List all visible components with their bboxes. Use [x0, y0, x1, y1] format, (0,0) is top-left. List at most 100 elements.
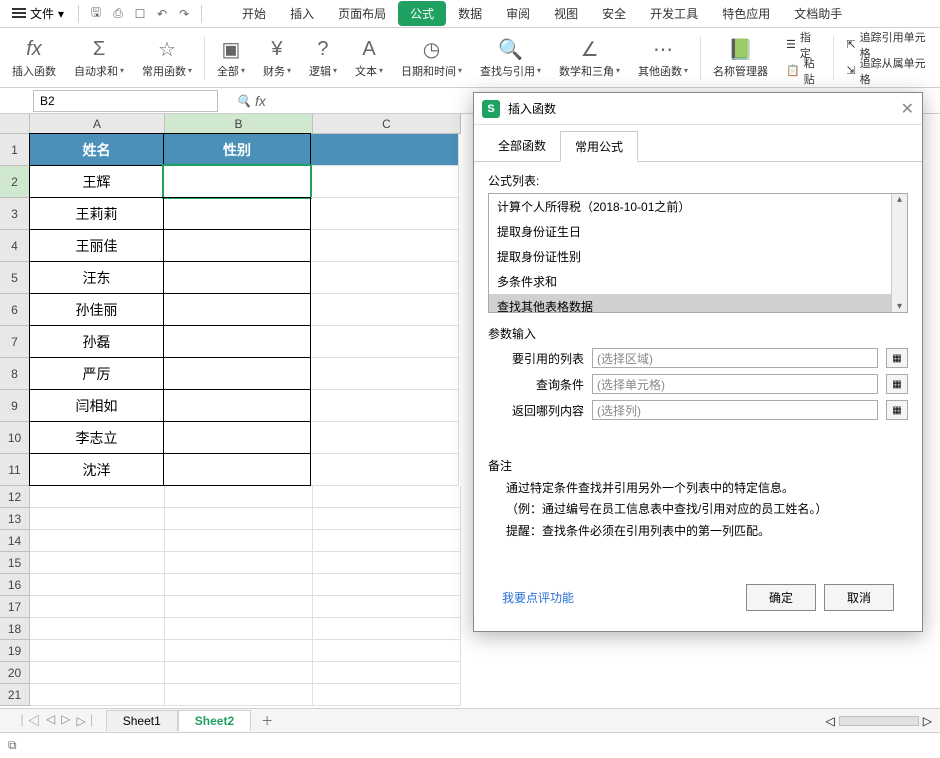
cell[interactable] [163, 421, 311, 454]
column-header[interactable]: A [30, 114, 165, 134]
row-header[interactable]: 4 [0, 230, 30, 262]
ribbon-tab[interactable]: 开始 [230, 1, 278, 26]
cell[interactable] [30, 596, 165, 618]
row-header[interactable]: 16 [0, 574, 30, 596]
cell[interactable] [30, 662, 165, 684]
preview-icon[interactable]: ☐ [131, 5, 149, 23]
range-select-icon[interactable]: ▦ [886, 348, 908, 368]
cell[interactable] [163, 261, 311, 294]
ribbon-tab[interactable]: 特色应用 [710, 1, 782, 26]
row-header[interactable]: 14 [0, 530, 30, 552]
list-item[interactable]: 多条件求和 [489, 269, 907, 294]
insert-function-button[interactable]: fx 插入函数 [4, 30, 64, 86]
cell[interactable] [311, 166, 459, 198]
row-header[interactable]: 1 [0, 134, 30, 166]
cell[interactable] [165, 486, 313, 508]
cell[interactable]: 性别 [163, 133, 311, 166]
ribbon-tab[interactable]: 安全 [590, 1, 638, 26]
cell[interactable]: 闫相如 [29, 389, 164, 422]
redo-icon[interactable]: ↷ [175, 5, 193, 23]
cell[interactable] [165, 508, 313, 530]
cell[interactable] [313, 640, 461, 662]
row-header[interactable]: 6 [0, 294, 30, 326]
cell[interactable] [30, 508, 165, 530]
range-select-icon[interactable]: ▦ [886, 400, 908, 420]
cell[interactable]: 严厉 [29, 357, 164, 390]
list-item[interactable]: 提取身份证性别 [489, 244, 907, 269]
cell[interactable] [30, 530, 165, 552]
cell[interactable]: 姓名 [29, 133, 164, 166]
lookup-button[interactable]: 🔍 查找与引用▾ [472, 30, 549, 86]
cell[interactable]: 孙磊 [29, 325, 164, 358]
trace-precedent-button[interactable]: ⇱追踪引用单元格 [842, 33, 932, 57]
cell[interactable] [311, 358, 459, 390]
cell[interactable] [165, 552, 313, 574]
cell[interactable] [163, 293, 311, 326]
cancel-button[interactable]: 取消 [824, 584, 894, 611]
close-icon[interactable]: ✕ [901, 99, 914, 119]
cell[interactable] [165, 640, 313, 662]
text-button[interactable]: A 文本▾ [347, 30, 391, 86]
dialog-tab[interactable]: 常用公式 [560, 131, 638, 162]
cell[interactable] [311, 198, 459, 230]
row-header[interactable]: 5 [0, 262, 30, 294]
list-item[interactable]: 查找其他表格数据 [489, 294, 907, 313]
cell[interactable] [163, 357, 311, 390]
logic-button[interactable]: ? 逻辑▾ [301, 30, 345, 86]
ribbon-tab[interactable]: 数据 [446, 1, 494, 26]
cell[interactable] [311, 134, 459, 166]
select-all-corner[interactable] [0, 114, 30, 134]
ok-button[interactable]: 确定 [746, 584, 816, 611]
row-header[interactable]: 12 [0, 486, 30, 508]
auto-sum-button[interactable]: Σ 自动求和▾ [66, 30, 132, 86]
define-name-button[interactable]: ☰指定 [782, 33, 826, 57]
row-header[interactable]: 13 [0, 508, 30, 530]
cell[interactable]: 李志立 [29, 421, 164, 454]
math-button[interactable]: ∠ 数学和三角▾ [551, 30, 628, 86]
list-item[interactable]: 提取身份证生日 [489, 219, 907, 244]
param-input[interactable]: (选择区域) [592, 348, 878, 368]
row-header[interactable]: 20 [0, 662, 30, 684]
cell[interactable] [313, 508, 461, 530]
cell[interactable] [313, 684, 461, 706]
cell[interactable] [30, 684, 165, 706]
row-header[interactable]: 3 [0, 198, 30, 230]
cell[interactable] [165, 618, 313, 640]
row-header[interactable]: 10 [0, 422, 30, 454]
trace-dependent-button[interactable]: ⇲追踪从属单元格 [842, 59, 932, 83]
cell[interactable] [30, 574, 165, 596]
save-icon[interactable]: 🖫 [87, 5, 105, 23]
cell[interactable] [163, 389, 311, 422]
add-sheet-button[interactable]: ＋ [251, 709, 283, 732]
fx-label[interactable]: 🔍fx [236, 93, 266, 109]
cell[interactable] [163, 229, 311, 262]
cell[interactable] [163, 197, 311, 230]
cell[interactable] [313, 662, 461, 684]
cell[interactable] [165, 530, 313, 552]
common-functions-button[interactable]: ☆ 常用函数▾ [134, 30, 200, 86]
last-sheet-icon[interactable]: ▷｜ [76, 712, 97, 729]
cell[interactable] [163, 165, 311, 198]
formula-listbox[interactable]: 计算个人所得税（2018-10-01之前）提取身份证生日提取身份证性别多条件求和… [488, 193, 908, 313]
cell[interactable] [163, 453, 311, 486]
row-header[interactable]: 7 [0, 326, 30, 358]
ribbon-tab[interactable]: 审阅 [494, 1, 542, 26]
other-functions-button[interactable]: ⋯ 其他函数▾ [630, 30, 696, 86]
cell[interactable] [165, 574, 313, 596]
ribbon-tab[interactable]: 插入 [278, 1, 326, 26]
file-menu[interactable]: 文件 ▾ [6, 3, 70, 24]
cell[interactable] [165, 684, 313, 706]
cell[interactable] [30, 640, 165, 662]
column-header[interactable]: C [313, 114, 461, 134]
cell[interactable] [313, 618, 461, 640]
row-header[interactable]: 2 [0, 166, 30, 198]
cell[interactable] [311, 390, 459, 422]
datetime-button[interactable]: ◷ 日期和时间▾ [393, 30, 470, 86]
cell[interactable] [313, 596, 461, 618]
cell[interactable] [311, 422, 459, 454]
row-header[interactable]: 19 [0, 640, 30, 662]
row-header[interactable]: 21 [0, 684, 30, 706]
undo-icon[interactable]: ↶ [153, 5, 171, 23]
cell[interactable] [313, 530, 461, 552]
paste-name-button[interactable]: 📋粘贴 [782, 59, 826, 83]
